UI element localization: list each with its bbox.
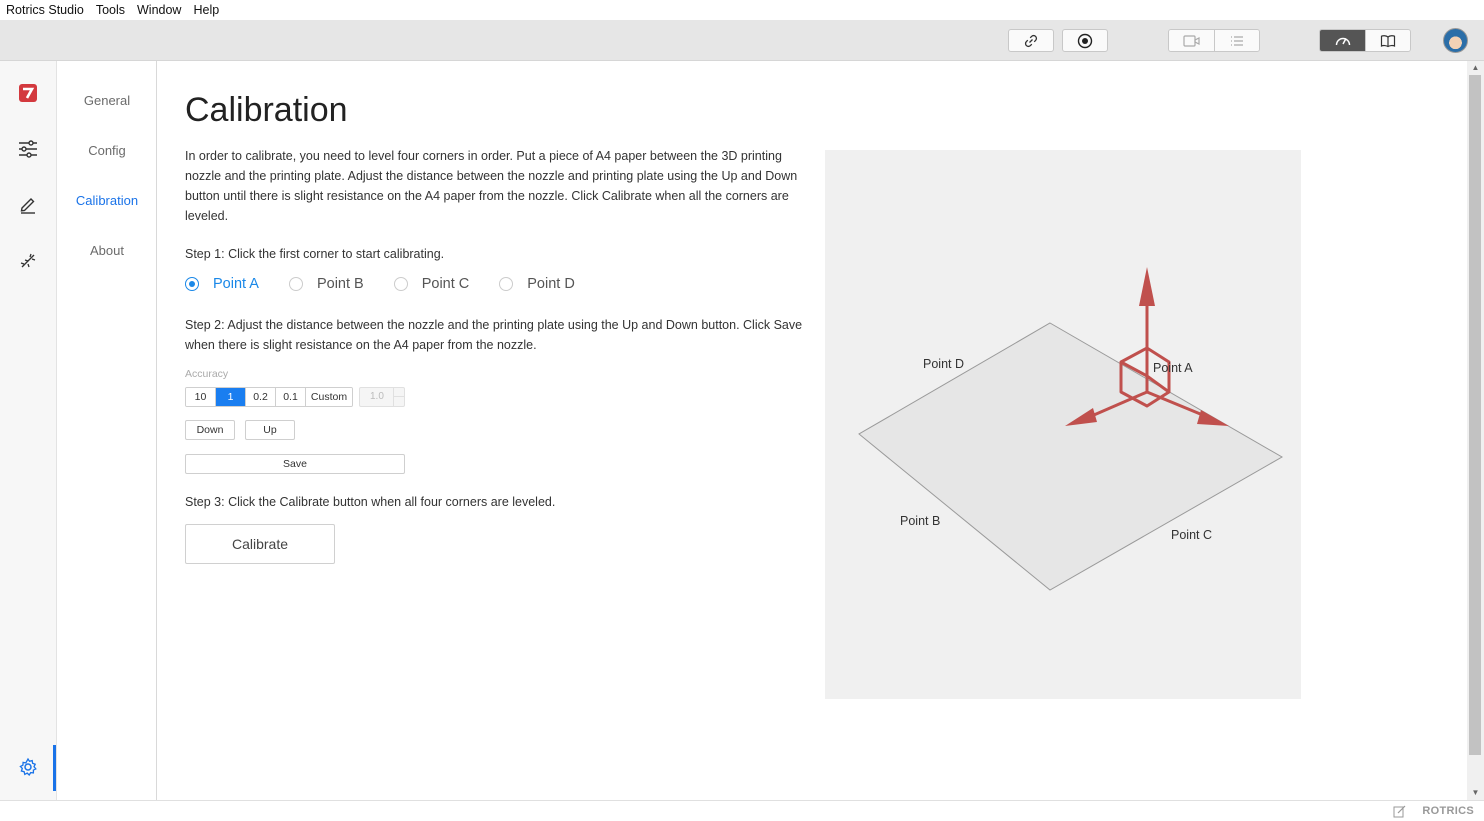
custom-accuracy-value: 1.0	[370, 391, 384, 402]
scroll-down-arrow-icon[interactable]: ▼	[1467, 786, 1484, 800]
nav-general[interactable]: General	[57, 93, 157, 108]
radio-point-b[interactable]: Point B	[288, 276, 364, 292]
radio-label: Point A	[213, 276, 259, 292]
accuracy-label: Accuracy	[185, 368, 229, 380]
settings-sliders-icon[interactable]	[16, 137, 40, 161]
laser-icon[interactable]	[16, 249, 40, 273]
label-point-c: Point C	[1171, 528, 1212, 542]
radio-point-a[interactable]: Point A	[185, 276, 259, 292]
speedometer-icon	[1335, 37, 1350, 45]
accuracy-0.1-button[interactable]: 0.1	[275, 388, 305, 406]
step3-text: Step 3: Click the Calibrate button when …	[185, 495, 556, 509]
radio-dot	[185, 277, 199, 291]
nav-config[interactable]: Config	[57, 143, 157, 158]
menu-bar: Rotrics Studio Tools Window Help	[0, 0, 1484, 20]
brand-logo: ROTRICS	[1422, 805, 1474, 817]
avatar[interactable]	[1443, 28, 1468, 53]
label-point-a: Point A	[1153, 361, 1193, 375]
radio-dot	[288, 277, 303, 291]
up-button[interactable]: Up	[245, 420, 295, 440]
scroll-up-arrow-icon[interactable]: ▲	[1467, 61, 1484, 75]
active-indicator	[53, 745, 56, 791]
stop-circle-icon	[1077, 33, 1093, 48]
guide-button[interactable]	[1365, 30, 1410, 51]
accuracy-0.2-button[interactable]: 0.2	[245, 388, 275, 406]
nav-about[interactable]: About	[57, 243, 157, 258]
accuracy-10-button[interactable]: 10	[186, 388, 215, 406]
calibrate-button[interactable]: Calibrate	[185, 524, 335, 564]
menu-help[interactable]: Help	[193, 3, 219, 17]
mode-toggle-group	[1319, 29, 1411, 52]
settings-gear-icon[interactable]	[16, 755, 40, 779]
icon-rail	[0, 61, 57, 800]
camera-icon	[1182, 34, 1200, 47]
point-radio-group: Point A Point B Point C Point D	[185, 276, 605, 292]
main-content: Calibration In order to calibrate, you n…	[157, 61, 1467, 800]
label-point-d: Point D	[923, 357, 964, 371]
accuracy-1-button[interactable]: 1	[215, 388, 245, 406]
radio-dot	[393, 277, 408, 291]
status-bar: ROTRICS	[0, 800, 1484, 821]
radio-point-c[interactable]: Point C	[393, 276, 470, 292]
list-icon	[1231, 35, 1243, 46]
down-button[interactable]: Down	[185, 420, 235, 440]
menu-window[interactable]: Window	[137, 3, 181, 17]
calibration-illustration: Point D Point B Point C Point A	[825, 150, 1301, 699]
step1-text: Step 1: Click the first corner to start …	[185, 247, 445, 261]
book-icon	[1380, 34, 1396, 47]
radio-point-d[interactable]: Point D	[499, 276, 575, 292]
camera-button[interactable]	[1169, 30, 1214, 51]
vertical-scrollbar[interactable]: ▲ ▼	[1467, 61, 1484, 800]
radio-dot	[499, 277, 514, 291]
accuracy-button-group: 10 1 0.2 0.1 Custom	[185, 387, 353, 407]
settings-nav: General Config Calibration About	[57, 61, 157, 800]
label-point-b: Point B	[900, 514, 940, 528]
connect-button[interactable]	[1008, 29, 1054, 52]
stepper-arrows[interactable]	[393, 388, 404, 406]
control-panel-button[interactable]	[1320, 30, 1365, 51]
step2-text: Step 2: Adjust the distance between the …	[185, 318, 803, 352]
stop-button[interactable]	[1062, 29, 1108, 52]
list-button[interactable]	[1214, 30, 1259, 51]
menu-tools[interactable]: Tools	[96, 3, 125, 17]
scrollbar-thumb[interactable]	[1469, 75, 1481, 755]
radio-label: Point C	[421, 276, 470, 292]
radio-label: Point D	[527, 276, 575, 292]
page-title: Calibration	[185, 91, 348, 129]
save-button[interactable]: Save	[185, 454, 405, 474]
intro-text: In order to calibrate, you need to level…	[185, 149, 798, 223]
rotrics-logo-icon[interactable]	[16, 81, 40, 105]
radio-label: Point B	[316, 276, 364, 292]
pen-icon[interactable]	[16, 192, 40, 216]
menu-app[interactable]: Rotrics Studio	[6, 3, 84, 17]
view-toggle-group	[1168, 29, 1260, 52]
link-icon	[1024, 34, 1038, 47]
nav-calibration[interactable]: Calibration	[57, 193, 157, 208]
toolbar	[0, 20, 1484, 61]
edit-note-icon[interactable]	[1393, 805, 1406, 818]
custom-accuracy-stepper[interactable]: 1.0	[359, 387, 405, 407]
accuracy-custom-button[interactable]: Custom	[305, 388, 352, 406]
